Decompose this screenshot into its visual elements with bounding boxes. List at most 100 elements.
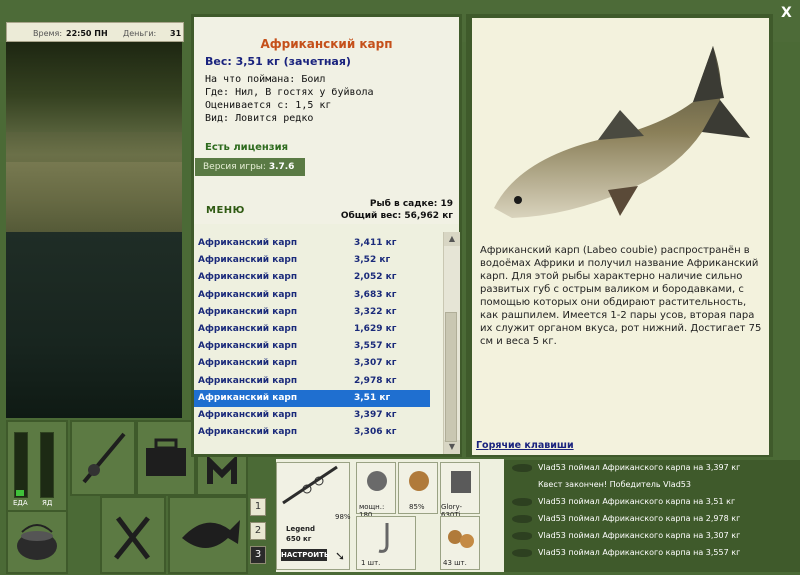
catch-row[interactable]: Африканский карп 3,52 кг: [194, 252, 430, 269]
keepnet-stats: Рыб в садке: 19 Общий вес: 56,962 кг: [341, 198, 453, 222]
rod-icon: [82, 432, 126, 484]
version-badge: Версия игры: 3.7.6: [195, 158, 305, 176]
line-icon: [451, 471, 471, 493]
catch-row-name: Африканский карп: [198, 272, 298, 283]
fish-icon: [182, 520, 240, 548]
food-meter: [14, 432, 28, 498]
scrollbar-thumb[interactable]: [445, 312, 457, 442]
fish-rarity: Вид: Ловится редко: [205, 113, 314, 124]
catch-row-weight: 3,411 кг: [354, 238, 397, 248]
hook-icon: [378, 523, 389, 553]
catch-row-weight: 3,397 кг: [354, 410, 397, 420]
rod-percent: 98%: [335, 513, 351, 521]
log-fish-icon: [512, 549, 532, 557]
catch-row[interactable]: Африканский карп 3,322 кг: [194, 304, 430, 321]
catch-row[interactable]: Африканский карп 3,683 кг: [194, 287, 430, 304]
bait-slot[interactable]: 43 шт.: [440, 516, 480, 570]
log-fish-icon: [512, 498, 532, 506]
fish-description: Африканский карп (Labeo coubie) распрост…: [480, 245, 762, 347]
catch-row-name: Африканский карп: [198, 392, 298, 403]
catch-row-weight: 3,307 кг: [354, 358, 397, 369]
catch-row-weight: 3,683 кг: [354, 289, 397, 300]
log-fish-icon: [512, 464, 532, 472]
log-fish-icon: [512, 532, 532, 540]
log-line: Vlad53 поймал Африканского карпа на 3,55…: [538, 548, 741, 557]
arrow-down-icon: ➘: [335, 549, 346, 563]
catch-row[interactable]: Африканский карп 2,052 кг: [194, 269, 430, 286]
line-name-slot[interactable]: Glory-630Ti: [440, 462, 480, 519]
catch-row[interactable]: Африканский карп 3,307 кг: [194, 355, 430, 372]
catch-row-name: Африканский карп: [198, 238, 298, 248]
scene-trees: [6, 42, 182, 132]
catch-row-name: Африканский карп: [198, 289, 298, 300]
scroll-down-icon[interactable]: ▼: [444, 440, 460, 454]
log-line: Vlad53 поймал Африканского карпа на 2,97…: [538, 514, 741, 523]
catch-row-name: Африканский карп: [198, 410, 298, 420]
food-label: ЕДА: [13, 499, 28, 507]
catch-row-weight: 3,306 кг: [354, 427, 397, 438]
fishing-scene[interactable]: [6, 42, 182, 418]
catch-row-weight: 3,52 кг: [354, 255, 391, 266]
catch-row-weight: 1,629 кг: [354, 324, 397, 334]
spool-icon: [409, 471, 429, 491]
rod-slot[interactable]: 98% Legend 650 кг НАСТРОИТЬ ➘: [276, 462, 351, 570]
fish-location: Где: Нил, В гостях у буйвола: [205, 87, 374, 98]
version-value: 3.7.6: [268, 162, 295, 172]
page-1-button[interactable]: 1: [250, 498, 266, 516]
fish-bait: На что поймана: Боил: [205, 74, 326, 85]
fishing-button[interactable]: [168, 496, 248, 574]
catch-row-name: Африканский карп: [198, 358, 298, 369]
hotkeys-link[interactable]: Горячие клавиши: [476, 440, 574, 451]
kitchen-button[interactable]: [100, 496, 166, 574]
kettle-icon: [17, 524, 57, 560]
money-value: 31: [170, 29, 182, 38]
time-value: 22:50 ПН: [66, 29, 108, 38]
catch-row-name: Африканский карп: [198, 427, 298, 438]
catch-row-name: Африканский карп: [198, 324, 298, 334]
catch-row[interactable]: Африканский карп 1,629 кг: [194, 321, 430, 338]
log-fish-icon: [512, 515, 532, 523]
reel-percent: 85%: [409, 503, 425, 511]
catch-row-weight: 3,51 кг: [354, 392, 391, 403]
line-slot[interactable]: 85%: [398, 462, 438, 514]
close-icon[interactable]: X: [781, 5, 792, 21]
fork-knife-icon: [114, 516, 150, 560]
time-label: Время:: [33, 29, 63, 38]
tackle-box-icon: [146, 438, 186, 476]
fish-image: [494, 46, 750, 218]
page-2-button[interactable]: 2: [250, 522, 266, 540]
catch-row-name: Африканский карп: [198, 255, 298, 266]
rods-button[interactable]: [70, 420, 136, 496]
catch-row[interactable]: Африканский карп 2,978 кг: [194, 373, 430, 390]
total-weight: Общий вес: 56,962 кг: [340, 211, 453, 221]
catch-row-name: Африканский карп: [198, 341, 298, 352]
setup-button[interactable]: НАСТРОИТЬ: [281, 549, 329, 561]
poison-label: ЯД: [42, 499, 53, 507]
food-meter-fill: [16, 490, 24, 496]
catch-row-weight: 3,322 кг: [354, 306, 397, 317]
page-3-button[interactable]: 3: [250, 546, 266, 564]
scene-bank: [6, 162, 182, 232]
fish-count: Рыб в садке: 19: [369, 199, 453, 209]
log-line: Квест закончен! Победитель Vlad53: [538, 480, 691, 489]
scroll-up-icon[interactable]: ▲: [444, 232, 460, 246]
catch-row-name: Африканский карп: [198, 306, 298, 317]
tackle-box-button[interactable]: [136, 420, 196, 496]
catch-row-weight: 3,557 кг: [354, 341, 397, 352]
kettle-button[interactable]: [6, 510, 68, 574]
catch-row-weight: 2,978 кг: [354, 375, 397, 386]
catch-row[interactable]: Африканский карп 3,411 кг: [194, 235, 430, 252]
menu-button[interactable]: МЕНЮ: [206, 205, 245, 216]
hook-slot[interactable]: 1 шт.: [356, 516, 416, 570]
rod-load: 650 кг: [286, 535, 312, 543]
bait-count: 43 шт.: [443, 559, 467, 567]
catch-row-name: Африканский карп: [198, 375, 298, 386]
reel-slot[interactable]: мощн.: 180: [356, 462, 396, 519]
rod-name: Legend: [286, 525, 315, 533]
catch-row[interactable]: Африканский карп 3,51 кг: [194, 389, 430, 407]
catch-row-weight: 2,052 кг: [354, 272, 397, 283]
catch-row[interactable]: Африканский карп 3,557 кг: [194, 338, 430, 355]
catch-row[interactable]: Африканский карп 3,397 кг: [194, 407, 430, 424]
reel-icon: [367, 471, 387, 491]
catch-row[interactable]: Африканский карп 3,306 кг: [194, 424, 430, 441]
